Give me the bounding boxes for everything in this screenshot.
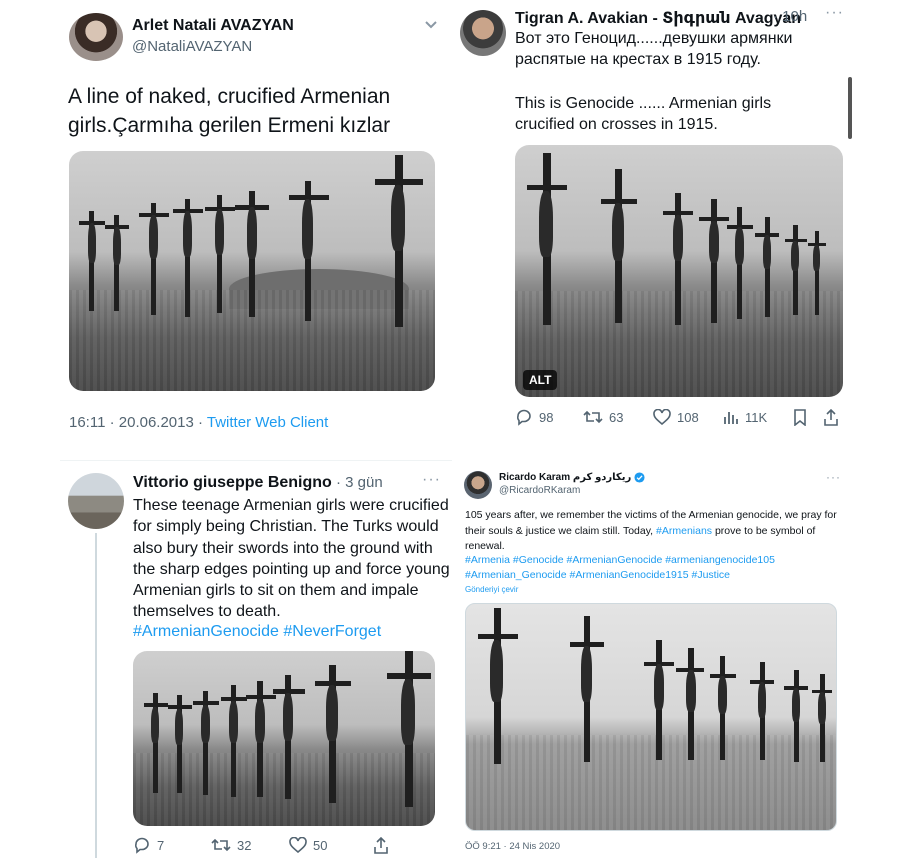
retweet-icon (211, 837, 231, 853)
action-bar: 98 63 108 11K (515, 408, 845, 426)
alt-badge[interactable]: ALT (523, 370, 558, 390)
author-name-text: Ricardo Karam ريكاردو كرم (499, 472, 632, 483)
tweet-ricardo: Ricardo Karam ريكاردو كرم @RicardoRKaram… (456, 460, 850, 858)
like-button[interactable]: 108 (653, 409, 723, 425)
more-icon[interactable]: ··· (825, 4, 844, 22)
bookmark-button[interactable] (793, 408, 823, 426)
reply-icon (515, 408, 533, 426)
avatar[interactable] (464, 471, 492, 499)
views-button[interactable]: 11K (723, 409, 793, 425)
scrollbar[interactable] (848, 77, 852, 139)
author-name[interactable]: Ricardo Karam ريكاردو كرم (499, 472, 645, 483)
tweet-hashtags-2[interactable]: #Armenian_Genocide #ArmenianGenocide1915… (465, 568, 730, 583)
author-name[interactable]: Vittorio giuseppe Benigno (133, 474, 332, 492)
retweet-button[interactable]: 63 (583, 409, 653, 425)
thread-line (95, 533, 97, 858)
views-icon (723, 409, 739, 425)
retweet-button[interactable]: 32 (211, 837, 289, 853)
like-button[interactable]: 50 (289, 837, 373, 853)
views-count: 11K (745, 409, 768, 425)
retweet-count: 32 (237, 837, 252, 853)
author-name[interactable]: Tigran A. Avakian - Տիգրան Avagyan (515, 8, 801, 28)
retweet-count: 63 (609, 409, 624, 425)
reply-count: 7 (157, 837, 165, 853)
tweet-text: 105 years after, we remember the victims… (465, 508, 837, 555)
tweet-vittorio: Vittorio giuseppe Benigno · 3 gün ··· Th… (60, 460, 452, 858)
share-button[interactable] (823, 408, 843, 426)
tweet-photo[interactable]: ALT (515, 145, 843, 397)
share-button[interactable] (373, 836, 393, 854)
tweet-text: A line of naked, crucified Armenian girl… (68, 85, 391, 137)
more-icon[interactable]: ··· (422, 471, 441, 489)
tweet-text-ru: Вот это Геноцид......девушки армянки рас… (515, 30, 793, 68)
like-count: 108 (677, 409, 699, 425)
translate-link[interactable]: Gönderiyi çevir (465, 585, 518, 594)
heart-icon (289, 837, 307, 853)
like-count: 50 (313, 837, 328, 853)
reply-button[interactable]: 98 (515, 408, 583, 426)
tweet-time[interactable]: · 10h (773, 8, 807, 25)
verified-icon (634, 472, 645, 483)
author-handle[interactable]: @NataliAVAZYAN (132, 38, 252, 55)
retweet-icon (583, 409, 603, 425)
tweet-client[interactable]: Twitter Web Client (207, 414, 328, 431)
more-icon[interactable]: ··· (826, 470, 841, 484)
tweet-text-en: This is Genocide ...... Armenian girls c… (515, 95, 772, 133)
tweet-tigran: Tigran A. Avakian - Տիգրան Avagyan · 10h… (455, 0, 856, 445)
chevron-down-icon[interactable] (424, 20, 438, 30)
author-name[interactable]: Arlet Natali AVAZYAN (132, 17, 294, 35)
tweet-hashtags[interactable]: #ArmenianGenocide #NeverForget (133, 623, 381, 641)
hashtag-armenians[interactable]: #Armenians (656, 525, 712, 537)
tweet-timestamp[interactable]: 16:11 · 20.06.2013 · Twitter Web Client (69, 414, 328, 431)
tweet-time[interactable]: · 3 gün (336, 474, 383, 491)
reply-button[interactable]: 7 (133, 836, 211, 854)
author-handle[interactable]: @RicardoRKaram (499, 485, 580, 496)
reply-count: 98 (539, 409, 554, 425)
avatar[interactable] (69, 13, 123, 61)
tweet-photo[interactable] (69, 151, 435, 391)
heart-icon (653, 409, 671, 425)
tweet-photo[interactable] (465, 603, 837, 831)
tweet-photo[interactable] (133, 651, 435, 826)
share-icon (373, 836, 389, 854)
action-bar: 7 32 50 (133, 836, 433, 854)
reply-icon (133, 836, 151, 854)
tweet-timestamp[interactable]: ÖÖ 9:21 · 24 Nis 2020 (465, 841, 560, 852)
tweet-hashtags-1[interactable]: #Armenia #Genocide #ArmenianGenocide #ar… (465, 553, 775, 568)
avatar[interactable] (460, 10, 506, 56)
bookmark-icon (793, 408, 807, 426)
share-icon (823, 408, 839, 426)
tweet-time[interactable]: 16:11 · 20.06.2013 · (69, 414, 207, 431)
avatar[interactable] (68, 473, 124, 529)
tweet-text: These teenage Armenian girls were crucif… (133, 497, 450, 621)
tweet-arlet: Arlet Natali AVAZYAN @NataliAVAZYAN A li… (0, 0, 455, 452)
